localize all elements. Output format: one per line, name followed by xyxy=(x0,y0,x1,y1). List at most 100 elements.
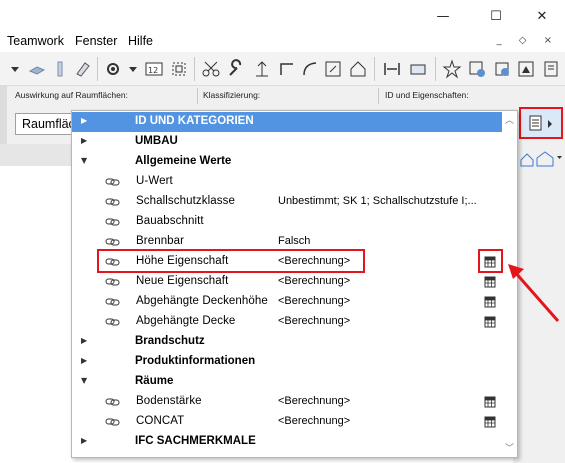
property-value[interactable]: <Berechnung> xyxy=(278,295,350,307)
info-header: Auswirkung auf Raumflächen: Klassifizier… xyxy=(0,86,565,106)
collapsed-arrow-icon[interactable]: ▶ xyxy=(81,116,87,125)
collapsed-arrow-icon[interactable]: ▶ xyxy=(81,436,87,445)
scroll-up-icon[interactable]: ︿ xyxy=(505,113,514,126)
mdi-controls[interactable]: _ ◇ × xyxy=(497,35,559,46)
maximize-button[interactable]: ☐ xyxy=(473,0,519,32)
left-strip xyxy=(0,86,7,144)
elevate-icon[interactable] xyxy=(251,58,273,80)
calculator-icon[interactable] xyxy=(484,296,496,308)
expanded-arrow-icon[interactable]: ▼ xyxy=(81,376,87,385)
book-icon[interactable] xyxy=(540,58,562,80)
title-bar: — ☐ ✕ xyxy=(0,0,565,32)
property-name: Neue Eigenschaft xyxy=(136,275,229,287)
group-row[interactable]: ▶ Brandschutz xyxy=(72,332,502,352)
property-name: Bodenstärke xyxy=(136,395,202,407)
star-icon[interactable] xyxy=(441,58,463,80)
property-value[interactable]: Unbestimmt; SK 1; Schallschutzstufe I;..… xyxy=(278,195,477,207)
group-row[interactable]: ▶ ID UND KATEGORIEN xyxy=(72,112,502,132)
menu-teamwork[interactable]: Teamwork xyxy=(7,34,64,48)
svg-text:12: 12 xyxy=(148,66,158,75)
scissors-icon[interactable] xyxy=(200,58,222,80)
scroll-down-icon[interactable]: ﹀ xyxy=(505,441,514,454)
property-link-icon xyxy=(105,178,120,186)
menu-fenster[interactable]: Fenster xyxy=(75,34,117,48)
property-value[interactable]: <Berechnung> xyxy=(278,395,350,407)
stretch-icon[interactable] xyxy=(381,58,403,80)
dropdown-arrow-icon[interactable] xyxy=(122,58,144,80)
group-row[interactable]: ▼ Räume xyxy=(72,372,502,392)
property-name: CONCAT xyxy=(136,415,185,427)
menu-bar: Teamwork Fenster Hilfe _ ◇ × xyxy=(0,32,565,52)
property-name: U-Wert xyxy=(136,175,173,187)
paint-tool-icon[interactable] xyxy=(72,58,94,80)
scale-icon[interactable]: 12 xyxy=(143,58,165,80)
property-row[interactable]: Abgehängte Decke <Berechnung> xyxy=(72,312,502,332)
close-button[interactable]: ✕ xyxy=(519,0,565,32)
view-icon[interactable] xyxy=(515,58,537,80)
layers-icon[interactable] xyxy=(491,58,513,80)
minimize-button[interactable]: — xyxy=(420,0,466,32)
menu-hilfe[interactable]: Hilfe xyxy=(128,34,153,48)
toolbar: 12 xyxy=(0,52,565,86)
property-link-icon xyxy=(105,318,120,326)
collapsed-arrow-icon[interactable]: ▶ xyxy=(81,336,87,345)
property-link-icon xyxy=(105,398,120,406)
group-label: Brandschutz xyxy=(135,335,205,347)
group-row[interactable]: ▶ UMBAU xyxy=(72,132,502,152)
property-row[interactable]: Neue Eigenschaft <Berechnung> xyxy=(72,272,502,292)
property-link-icon xyxy=(105,198,120,206)
column-tool-icon[interactable] xyxy=(49,58,71,80)
calculator-icon[interactable] xyxy=(484,396,496,408)
fit-selection-icon[interactable] xyxy=(168,58,190,80)
label-klassifizierung: Klassifizierung: xyxy=(203,90,261,100)
favorites-icon[interactable] xyxy=(466,58,488,80)
property-name: Schallschutzklasse xyxy=(136,195,235,207)
property-link-icon xyxy=(105,298,120,306)
label-auswirkung: Auswirkung auf Raumflächen: xyxy=(15,90,128,100)
property-name: Bauabschnitt xyxy=(136,215,204,227)
property-value[interactable]: <Berechnung> xyxy=(278,315,350,327)
group-label: Produktinformationen xyxy=(135,355,256,367)
property-row[interactable]: U-Wert xyxy=(72,172,502,192)
id-properties-button[interactable] xyxy=(519,107,563,139)
arrow-annotation xyxy=(508,264,560,322)
corner-icon[interactable] xyxy=(276,58,298,80)
resize-icon[interactable] xyxy=(322,58,344,80)
property-value[interactable]: <Berechnung> xyxy=(278,275,350,287)
property-value[interactable]: <Berechnung> xyxy=(278,415,350,427)
collapsed-arrow-icon[interactable]: ▶ xyxy=(81,136,87,145)
expanded-arrow-icon[interactable]: ▼ xyxy=(81,156,87,165)
property-row[interactable]: CONCAT <Berechnung> xyxy=(72,412,502,432)
curve-icon[interactable] xyxy=(299,58,321,80)
group-label: IFC SACHMERKMALE xyxy=(135,435,256,447)
calculator-icon[interactable] xyxy=(484,276,496,288)
calculator-icon[interactable] xyxy=(484,316,496,328)
gear-tool-icon[interactable] xyxy=(102,58,124,80)
wrench-icon[interactable] xyxy=(225,58,247,80)
dropdown-arrow-icon[interactable] xyxy=(4,58,26,80)
group-row[interactable]: ▶ IFC SACHMERKMALE xyxy=(72,432,502,452)
property-row[interactable]: Schallschutzklasse Unbestimmt; SK 1; Scha… xyxy=(72,192,502,212)
label-id-eigenschaften: ID und Eigenschaften: xyxy=(385,90,469,100)
property-value[interactable]: Falsch xyxy=(278,235,310,247)
property-link-icon xyxy=(105,238,120,246)
property-row[interactable]: Bodenstärke <Berechnung> xyxy=(72,392,502,412)
house-dropdown-icon[interactable] xyxy=(517,148,563,168)
property-row[interactable]: Bauabschnitt xyxy=(72,212,502,232)
group-row[interactable]: ▼ Allgemeine Werte xyxy=(72,152,502,172)
property-link-icon xyxy=(105,418,120,426)
group-label: Allgemeine Werte xyxy=(135,155,232,167)
property-panel: ▶ ID UND KATEGORIEN ▶ UMBAU ▼ Allgemeine Wert… xyxy=(71,110,518,458)
slab-tool-icon[interactable] xyxy=(26,58,48,80)
property-link-icon xyxy=(105,218,120,226)
group-label: UMBAU xyxy=(135,135,178,147)
collapsed-arrow-icon[interactable]: ▶ xyxy=(81,356,87,365)
calculator-icon[interactable] xyxy=(484,416,496,428)
property-row[interactable]: Abgehängte Deckenhöhe <Berechnung> xyxy=(72,292,502,312)
group-row[interactable]: ▶ Produktinformationen xyxy=(72,352,502,372)
raumflaechen-dropdown[interactable]: Raumfläc xyxy=(15,113,75,135)
property-name: Abgehängte Decke xyxy=(136,315,236,327)
house-icon[interactable] xyxy=(347,58,369,80)
property-link-icon xyxy=(105,278,120,286)
offset-icon[interactable] xyxy=(407,58,429,80)
